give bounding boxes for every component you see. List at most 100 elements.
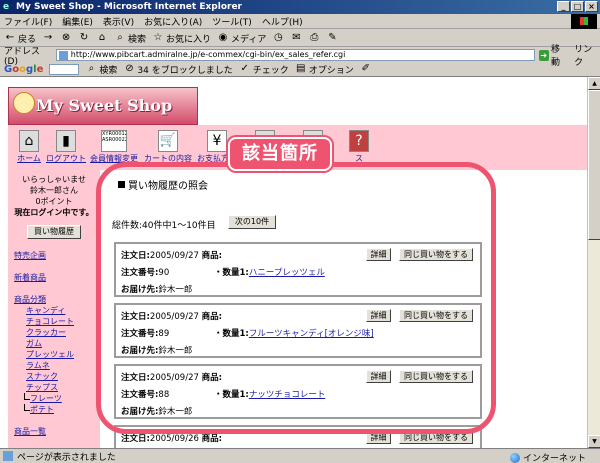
- home-toolbar-icon[interactable]: ⌂: [96, 32, 108, 44]
- google-logo[interactable]: Google: [4, 64, 43, 75]
- nav-help-label: ス: [355, 154, 363, 163]
- nav-member-info-label: 会員情報変更: [90, 154, 138, 163]
- buy-again-button[interactable]: 同じ買い物をする: [399, 248, 473, 261]
- nav-cart[interactable]: 🛒 カートの内容: [143, 130, 193, 164]
- greeting-login-status: 現在ログイン中です。: [14, 208, 94, 217]
- nav-logout-label: ログアウト: [46, 154, 86, 163]
- detail-button[interactable]: 詳細: [366, 431, 391, 444]
- status-bar: ページが表示されました インターネット: [0, 448, 600, 463]
- nav-home[interactable]: ⌂ ホーム: [8, 130, 50, 164]
- vertical-scrollbar[interactable]: ▲ ▼: [587, 77, 600, 448]
- windows-logo-icon: [571, 14, 597, 29]
- buy-again-button[interactable]: 同じ買い物をする: [399, 370, 473, 383]
- check-icon: ✓: [240, 63, 249, 74]
- search-button[interactable]: ⌕ 検索: [114, 32, 146, 45]
- sidebar-item-pretzel[interactable]: プレッツェル: [14, 349, 100, 360]
- next-10-button[interactable]: 次の10件: [228, 215, 276, 229]
- internet-globe-icon: [509, 452, 520, 463]
- menu-favorites[interactable]: お気に入り(A): [144, 15, 202, 28]
- stop-icon[interactable]: ⊗: [60, 32, 72, 44]
- menu-edit[interactable]: 編集(E): [62, 15, 93, 28]
- favorites-button[interactable]: ☆ お気に入り: [152, 32, 212, 45]
- menu-view[interactable]: 表示(V): [103, 15, 134, 28]
- spell-check-button[interactable]: ✓ チェック: [239, 63, 289, 76]
- side-menu: 特売企画 新着商品 商品分類 キャンディ チョコレート クラッカー ガム プレッ…: [14, 250, 100, 437]
- order-number: 88: [158, 390, 170, 400]
- options-button[interactable]: ▤ オプション: [295, 63, 354, 76]
- nav-home-label: ホーム: [17, 154, 41, 163]
- detail-button[interactable]: 詳細: [366, 248, 391, 261]
- order-date: 2005/09/27: [149, 312, 199, 322]
- detail-button[interactable]: 詳細: [366, 309, 391, 322]
- menu-tools[interactable]: ツール(T): [212, 15, 252, 28]
- options-label: オプション: [308, 65, 354, 76]
- address-input[interactable]: http://www.pibcart.admiralne.jp/e-commex…: [55, 49, 535, 61]
- order-ship-to: 鈴木一郎: [158, 407, 193, 417]
- pencil-icon[interactable]: ✐: [360, 63, 372, 75]
- search-icon: ⌕: [117, 32, 123, 43]
- google-search-button[interactable]: ⌕ 検索: [85, 63, 118, 76]
- mail-icon[interactable]: ✉: [290, 32, 302, 44]
- order-number-label: 注文番号:: [121, 390, 159, 400]
- greeting-name: 鈴木一郎さん: [30, 186, 78, 195]
- sidebar-item-fruits[interactable]: フレーツ: [14, 393, 100, 404]
- sidebar-item-chocolate[interactable]: チョコレート: [14, 316, 100, 327]
- order-date-label: 注文日:: [121, 251, 150, 261]
- order-product-label: 商品:: [201, 312, 223, 322]
- google-search-label: 検索: [99, 65, 118, 76]
- order-ship-to: 鈴木一郎: [158, 346, 193, 356]
- order-card: 注文日:2005/09/27 商品: 詳細 同じ買い物をする 注文番号:89 ・…: [114, 303, 482, 358]
- window-title: My Sweet Shop - Microsoft Internet Explo…: [16, 2, 242, 12]
- buy-again-button[interactable]: 同じ買い物をする: [399, 309, 473, 322]
- popup-blocker[interactable]: ⊘ 34 をブロックしました: [123, 63, 233, 76]
- sidebar-item-candy[interactable]: キャンディ: [14, 305, 100, 316]
- sidebar-item-all-products[interactable]: 商品一覧: [14, 426, 100, 437]
- sidebar-item-ramune[interactable]: ラムネ: [14, 360, 100, 371]
- forward-arrow-icon[interactable]: →: [42, 32, 54, 44]
- product-link[interactable]: ナッツチョコレート: [249, 390, 326, 400]
- close-button[interactable]: ×: [585, 1, 598, 12]
- star-icon: ☆: [153, 32, 163, 43]
- help-icon: ?: [349, 130, 369, 152]
- scroll-down-arrow-icon[interactable]: ▼: [588, 435, 600, 448]
- order-number-label: 注文番号:: [121, 268, 159, 278]
- product-link[interactable]: ハニープレッツェル: [249, 268, 325, 278]
- history-icon[interactable]: ◷: [272, 32, 284, 44]
- product-link[interactable]: フルーツキャンディ[オレンジ味]: [249, 329, 374, 339]
- print-icon[interactable]: ⎙: [308, 32, 320, 44]
- nav-cart-label: カートの内容: [144, 154, 192, 163]
- sidebar-item-potato[interactable]: ポテト: [14, 404, 100, 415]
- google-search-input[interactable]: [49, 63, 80, 75]
- refresh-icon[interactable]: ↻: [78, 32, 90, 44]
- buy-again-button[interactable]: 同じ買い物をする: [399, 431, 473, 444]
- shop-logo-banner[interactable]: My Sweet Shop: [8, 87, 198, 125]
- nav-member-info[interactable]: XYR00012 ASR00022 会員情報変更: [87, 130, 141, 164]
- nav-help[interactable]: ? ス: [338, 130, 380, 164]
- maximize-button[interactable]: □: [571, 1, 584, 12]
- media-icon: ◉: [218, 32, 228, 43]
- scroll-up-arrow-icon[interactable]: ▲: [588, 77, 600, 90]
- bullet-square-icon: [118, 181, 125, 188]
- edit-icon[interactable]: ✎: [326, 32, 338, 44]
- page-icon: [58, 51, 68, 60]
- main-content: 買い物履歴の照会 総件数:40件中1～10件目 次の10件 注文日:2005/0…: [108, 170, 586, 448]
- sidebar-item-special-sale[interactable]: 特売企画: [14, 250, 100, 261]
- menubar: ファイル(F) 編集(E) 表示(V) お気に入り(A) ツール(T) ヘルプ(…: [0, 14, 600, 29]
- sidebar-item-cracker[interactable]: クラッカー: [14, 327, 100, 338]
- detail-button[interactable]: 詳細: [366, 370, 391, 383]
- sidebar-item-chips[interactable]: チップス: [14, 382, 100, 393]
- minimize-button[interactable]: _: [557, 1, 570, 12]
- page-title: 買い物履歴の照会: [118, 177, 208, 192]
- home-icon: ⌂: [19, 130, 39, 152]
- sidebar-item-categories[interactable]: 商品分類: [14, 294, 100, 305]
- media-button[interactable]: ◉ メディア: [217, 32, 267, 45]
- scrollbar-thumb[interactable]: [588, 90, 600, 240]
- security-zone: インターネット: [509, 451, 586, 463]
- purchase-history-button[interactable]: 買い物履歴: [27, 225, 81, 239]
- menu-file[interactable]: ファイル(F): [4, 15, 52, 28]
- menu-help[interactable]: ヘルプ(H): [262, 15, 303, 28]
- sidebar-item-gum[interactable]: ガム: [14, 338, 100, 349]
- sidebar-item-new-items[interactable]: 新着商品: [14, 272, 100, 283]
- nav-logout[interactable]: ▮ ログアウト: [45, 130, 87, 164]
- sidebar-item-snack[interactable]: スナック: [14, 371, 100, 382]
